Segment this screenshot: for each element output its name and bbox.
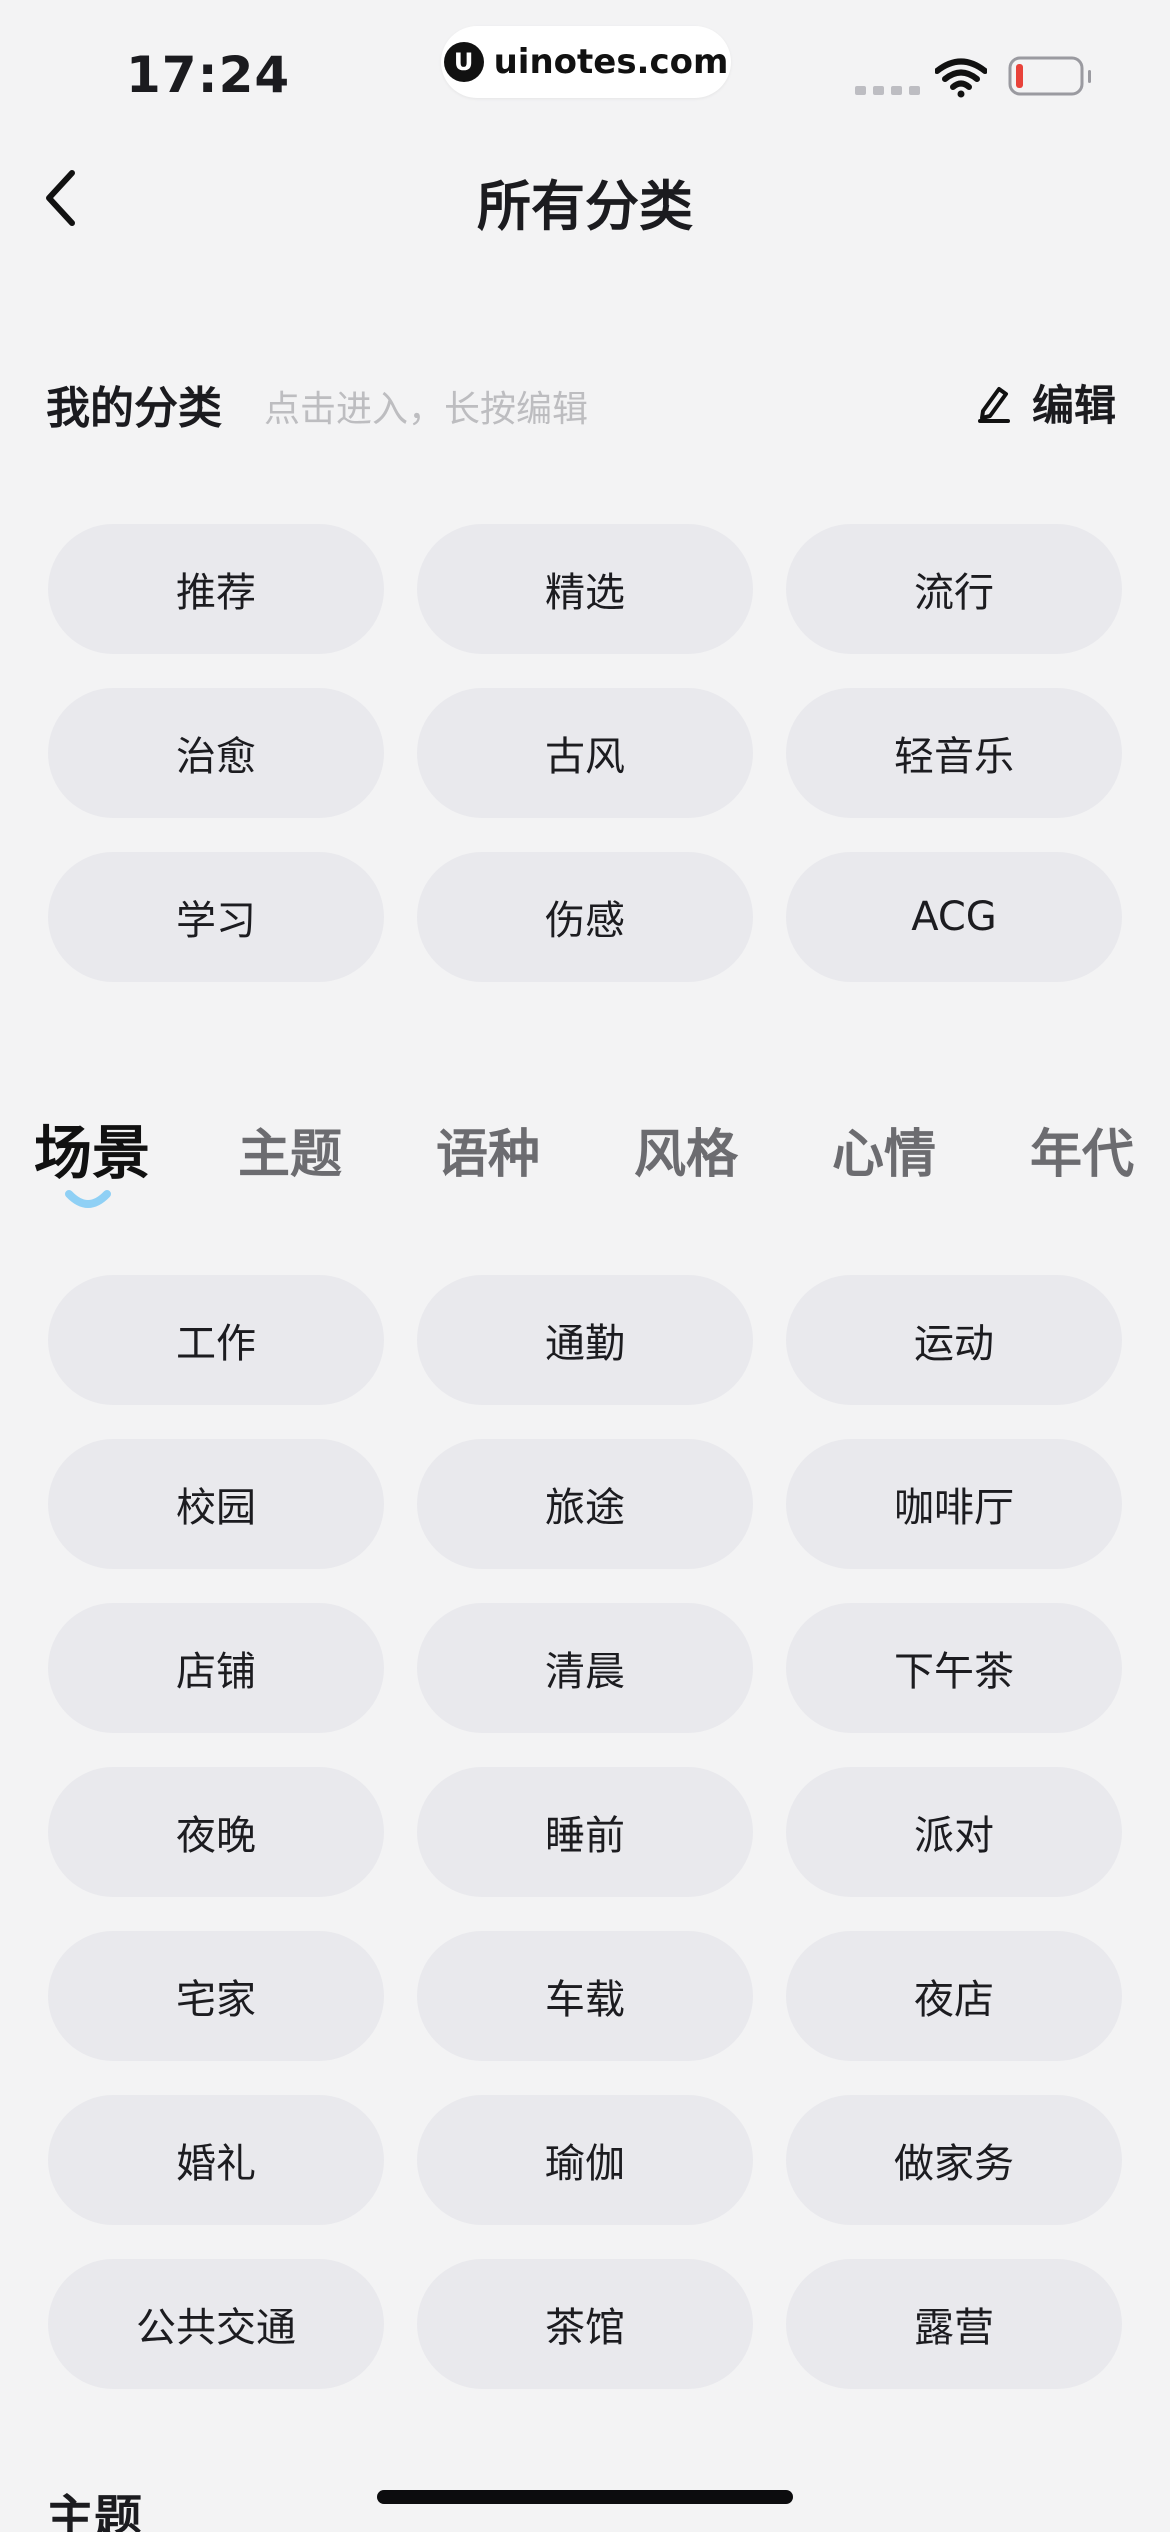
category-chip[interactable]: 通勤 <box>417 1275 753 1405</box>
my-categories-title: 我的分类 <box>46 383 222 434</box>
category-chip[interactable]: 伤感 <box>417 852 753 982</box>
category-chip[interactable]: 公共交通 <box>48 2259 384 2389</box>
category-chip[interactable]: 做家务 <box>786 2095 1122 2225</box>
category-chip[interactable]: 校园 <box>48 1439 384 1569</box>
category-chip[interactable]: 古风 <box>417 688 753 818</box>
page-title: 所有分类 <box>477 175 693 238</box>
category-chip[interactable]: 睡前 <box>417 1767 753 1897</box>
category-chip[interactable]: 夜晚 <box>48 1767 384 1897</box>
tab-style[interactable]: 风格 <box>634 1112 738 1187</box>
tab-scene[interactable]: 场景 <box>34 1106 150 1190</box>
url-text: uinotes.com <box>493 42 729 82</box>
battery-low-icon <box>1008 56 1091 96</box>
category-chip[interactable]: 学习 <box>48 852 384 982</box>
edit-label: 编辑 <box>1031 381 1116 430</box>
tab-era[interactable]: 年代 <box>1030 1112 1134 1187</box>
signal-icon <box>855 86 920 95</box>
category-chip[interactable]: 运动 <box>786 1275 1122 1405</box>
status-time: 17:24 <box>126 46 291 104</box>
my-categories-hint: 点击进入，长按编辑 <box>264 389 589 430</box>
category-chip[interactable]: 咖啡厅 <box>786 1439 1122 1569</box>
category-chip[interactable]: 车载 <box>417 1931 753 2061</box>
my-categories-grid: 推荐 精选 流行 治愈 古风 轻音乐 学习 伤感 ACG <box>48 524 1122 982</box>
category-chip[interactable]: 店铺 <box>48 1603 384 1733</box>
wifi-icon <box>935 58 987 98</box>
tab-mood[interactable]: 心情 <box>832 1112 936 1187</box>
category-chip[interactable]: 派对 <box>786 1767 1122 1897</box>
category-chip[interactable]: 婚礼 <box>48 2095 384 2225</box>
category-chip[interactable]: ACG <box>786 852 1122 982</box>
home-indicator[interactable] <box>377 2490 793 2504</box>
site-logo-icon: U <box>443 42 484 82</box>
category-chip[interactable]: 流行 <box>786 524 1122 654</box>
scene-categories-grid: 工作 通勤 运动 校园 旅途 咖啡厅 店铺 清晨 下午茶 夜晚 睡前 派对 宅家… <box>48 1275 1122 2389</box>
active-tab-indicator <box>65 1190 111 1208</box>
tab-theme[interactable]: 主题 <box>238 1112 342 1187</box>
category-chip[interactable]: 推荐 <box>48 524 384 654</box>
theme-section-title: 主题 <box>46 2490 143 2532</box>
category-tabs: 场景 主题 语种 风格 心情 年代 <box>0 1112 1170 1212</box>
category-chip[interactable]: 瑜伽 <box>417 2095 753 2225</box>
category-chip[interactable]: 下午茶 <box>786 1603 1122 1733</box>
category-chip[interactable]: 茶馆 <box>417 2259 753 2389</box>
category-chip[interactable]: 治愈 <box>48 688 384 818</box>
tab-language[interactable]: 语种 <box>436 1112 540 1187</box>
category-chip[interactable]: 轻音乐 <box>786 688 1122 818</box>
category-chip[interactable]: 旅途 <box>417 1439 753 1569</box>
category-chip[interactable]: 夜店 <box>786 1931 1122 2061</box>
all-categories-screen: 17:24 U uinotes.com 所有分类 我的分类 点击进入，长按编辑 … <box>0 0 1170 2532</box>
category-chip[interactable]: 精选 <box>417 524 753 654</box>
category-chip[interactable]: 宅家 <box>48 1931 384 2061</box>
category-chip[interactable]: 工作 <box>48 1275 384 1405</box>
category-chip[interactable]: 清晨 <box>417 1603 753 1733</box>
edit-button[interactable]: 编辑 <box>976 372 1116 433</box>
url-pill[interactable]: U uinotes.com <box>441 26 731 98</box>
pencil-icon <box>977 386 1010 423</box>
category-chip[interactable]: 露营 <box>786 2259 1122 2389</box>
